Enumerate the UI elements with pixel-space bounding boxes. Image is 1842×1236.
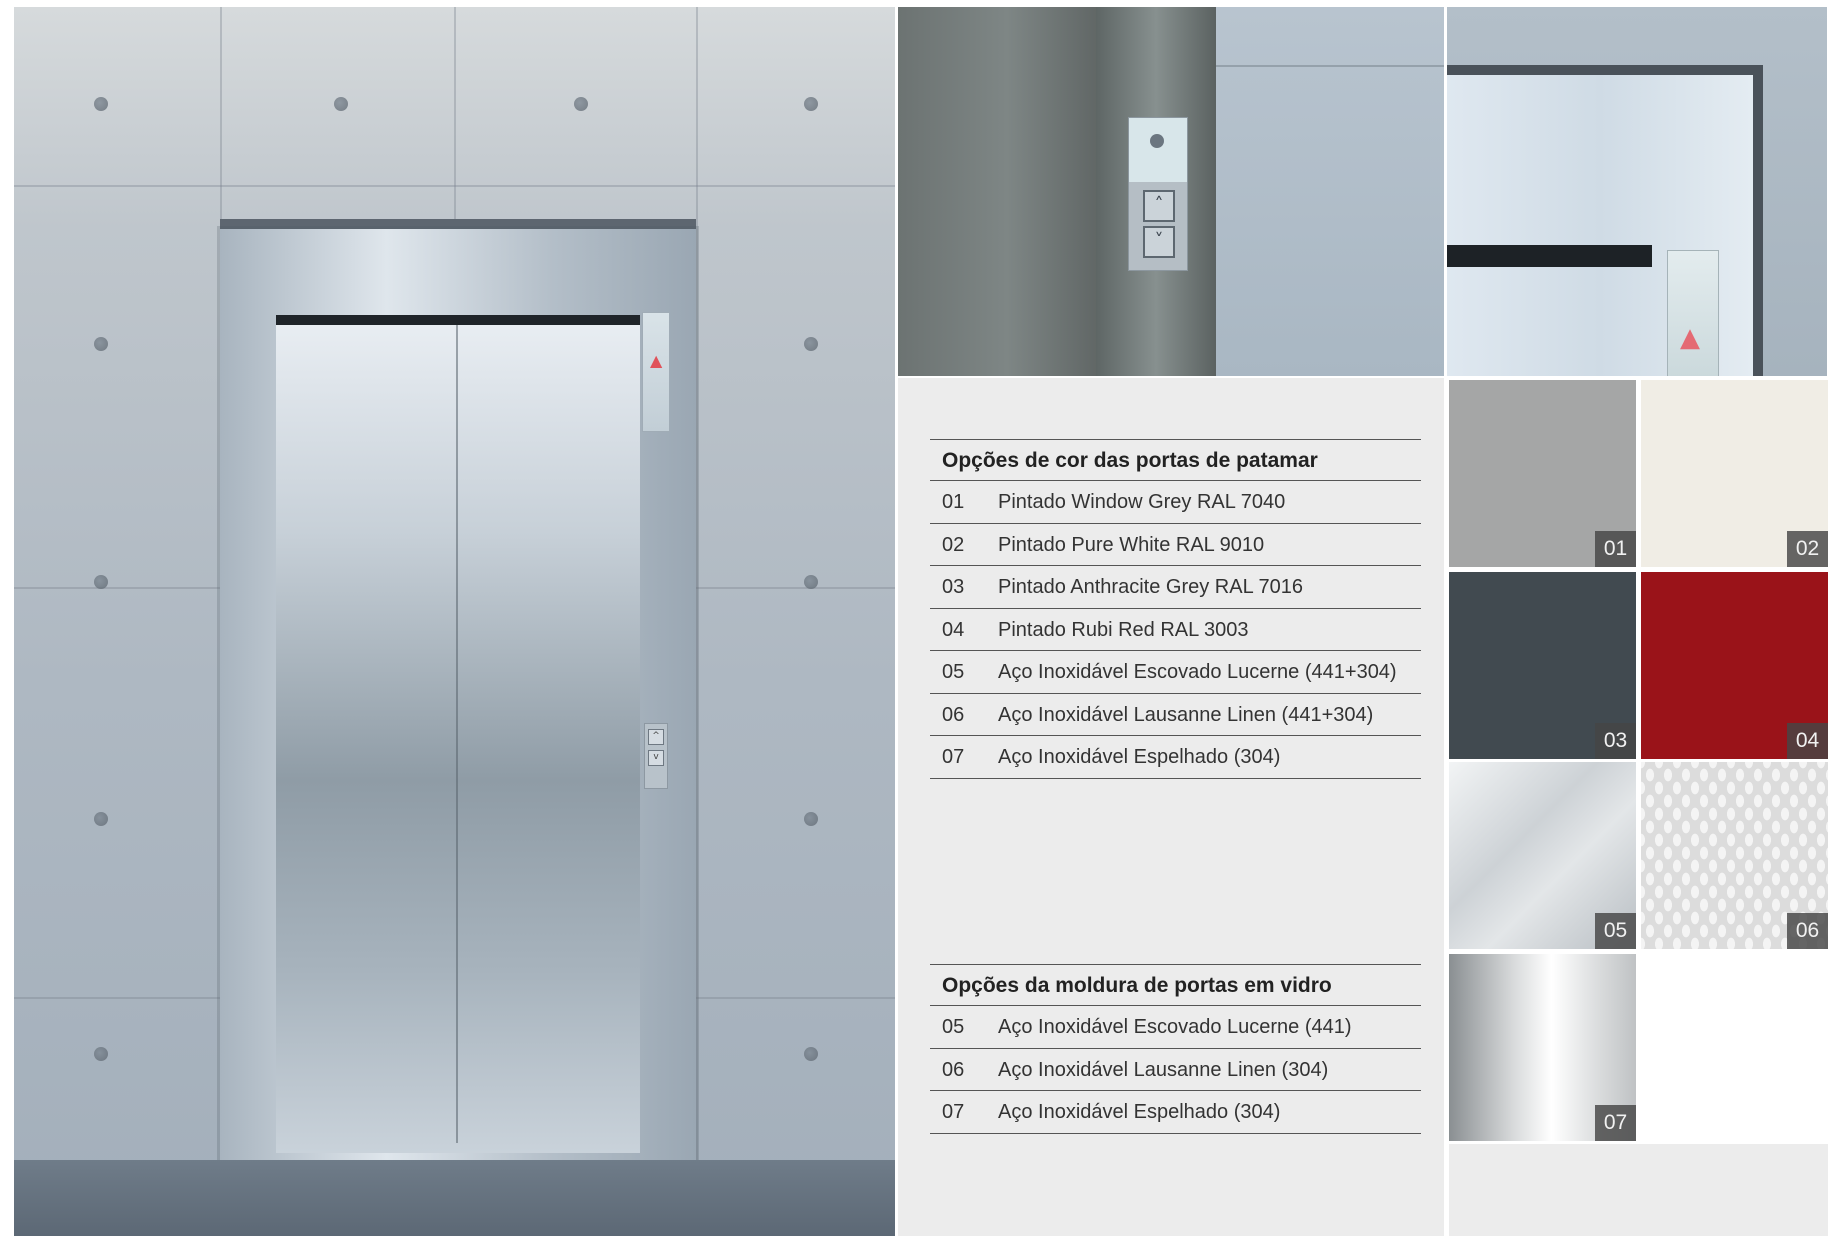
down-button-icon: ˅	[1143, 226, 1175, 258]
table-row: 07 Aço Inoxidável Espelhado (304)	[930, 736, 1421, 779]
table-row: 02 Pintado Pure White RAL 9010	[930, 524, 1421, 566]
door-indicator-closeup-photo: ▲	[1447, 7, 1827, 376]
swatch-mirror-steel: 07	[1449, 954, 1636, 1141]
floor-indicator: ▲	[642, 312, 670, 432]
up-arrow-icon: ▲	[1680, 323, 1700, 353]
swatch-rubi-red: 04	[1641, 572, 1828, 759]
swatch-number: 01	[1595, 531, 1636, 567]
logo-icon	[1150, 134, 1164, 148]
table-row: 04 Pintado Rubi Red RAL 3003	[930, 609, 1421, 651]
floor	[14, 1160, 895, 1236]
swatch-pure-white: 02	[1641, 380, 1828, 567]
up-button-icon: ˄	[1143, 190, 1175, 222]
swatch-number: 05	[1595, 913, 1636, 949]
elevator-door	[276, 315, 640, 1153]
swatch-lausanne-linen: 06	[1641, 762, 1828, 949]
options-panel: Opções de cor das portas de patamar 01 Pi…	[898, 378, 1444, 1236]
swatch-number: 07	[1595, 1105, 1636, 1141]
landing-door-color-table: Opções de cor das portas de patamar 01 Pi…	[930, 439, 1421, 779]
table-row: 01 Pintado Window Grey RAL 7040	[930, 481, 1421, 524]
table-row: 06 Aço Inoxidável Lausanne Linen (304)	[930, 1049, 1421, 1091]
call-panel-closeup-photo: ˄ ˅	[898, 7, 1444, 376]
swatch-number: 06	[1787, 913, 1828, 949]
table-row: 05 Aço Inoxidável Escovado Lucerne (441+3…	[930, 651, 1421, 694]
swatch-number: 02	[1787, 531, 1828, 567]
table-row: 07 Aço Inoxidável Espelhado (304)	[930, 1091, 1421, 1134]
table-row: 06 Aço Inoxidável Lausanne Linen (441+304…	[930, 694, 1421, 736]
floor-indicator: ▲	[1667, 250, 1719, 376]
down-button-icon: v	[648, 750, 664, 766]
table-row: 05 Aço Inoxidável Escovado Lucerne (441)	[930, 1006, 1421, 1049]
table-title: Opções da moldura de portas em vidro	[930, 964, 1421, 1006]
call-button-panel: ^ v	[644, 723, 668, 789]
up-button-icon: ^	[648, 729, 664, 745]
swatch-brushed-lucerne: 05	[1449, 762, 1636, 949]
call-button-panel: ˄ ˅	[1128, 117, 1188, 271]
table-row: 03 Pintado Anthracite Grey RAL 7016	[930, 566, 1421, 609]
table-title: Opções de cor das portas de patamar	[930, 439, 1421, 481]
swatch-anthracite-grey: 03	[1449, 572, 1636, 759]
blank-cell	[1641, 954, 1828, 1141]
up-arrow-icon: ▲	[650, 351, 663, 370]
swatch-window-grey: 01	[1449, 380, 1636, 567]
grey-filler	[1449, 1144, 1828, 1236]
swatch-number: 03	[1595, 723, 1636, 759]
elevator-hero-photo: ▲ ^ v	[14, 7, 895, 1236]
glass-door-frame-table: Opções da moldura de portas em vidro 05 A…	[930, 964, 1421, 1134]
swatch-number: 04	[1787, 723, 1828, 759]
